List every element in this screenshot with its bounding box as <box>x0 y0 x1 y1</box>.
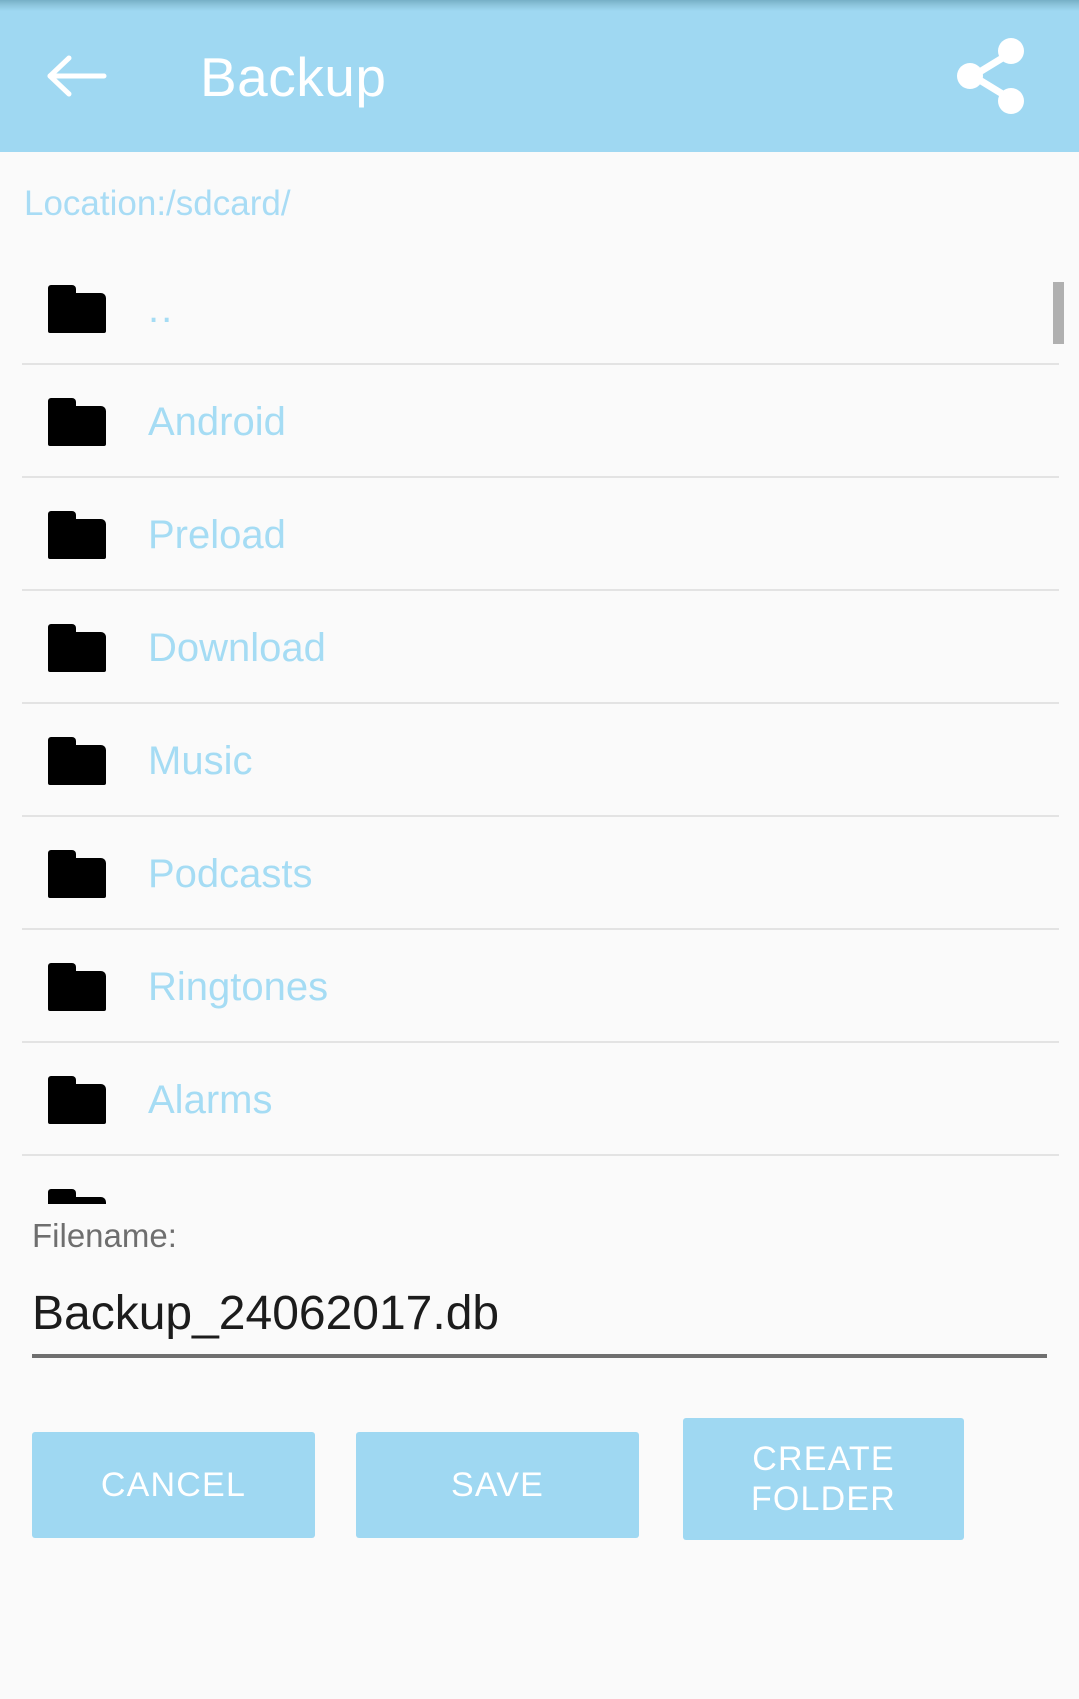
folder-icon <box>48 1075 106 1124</box>
list-item-label: Download <box>148 625 326 670</box>
list-item[interactable]: Preload <box>0 478 1079 591</box>
list-item-label: .. <box>148 286 175 331</box>
page-title: Backup <box>200 46 387 108</box>
folder-icon <box>48 1188 106 1204</box>
filename-label: Filename: <box>32 1217 177 1254</box>
list-item-label: Alarms <box>148 1077 273 1122</box>
save-button[interactable]: SAVE <box>356 1432 639 1538</box>
list-item-label: Podcasts <box>148 851 313 896</box>
list-item[interactable] <box>0 1156 1079 1204</box>
list-item[interactable]: Alarms <box>0 1043 1079 1156</box>
app-bar: Backup <box>0 0 1079 152</box>
filename-field-wrapper <box>32 1278 1047 1358</box>
share-button[interactable] <box>947 36 1033 121</box>
arrow-left-icon <box>46 52 108 100</box>
list-scrollbar-thumb[interactable] <box>1053 282 1064 344</box>
list-item-label: Preload <box>148 512 286 557</box>
create-folder-button[interactable]: CREATE FOLDER <box>683 1418 964 1540</box>
cancel-button[interactable]: CANCEL <box>32 1432 315 1538</box>
folder-icon <box>48 397 106 446</box>
list-item[interactable]: Android <box>0 365 1079 478</box>
list-item-label: Music <box>148 738 253 783</box>
list-item[interactable]: Download <box>0 591 1079 704</box>
create-folder-line-2: FOLDER <box>750 1480 897 1518</box>
file-list[interactable]: .. Android Preload Download Music Podcasts Rin… <box>0 252 1079 1204</box>
list-item-label: Ringtones <box>148 964 329 1009</box>
list-item[interactable]: Podcasts <box>0 817 1079 930</box>
filename-underline <box>32 1354 1047 1358</box>
folder-icon <box>48 849 106 898</box>
folder-icon <box>48 284 106 333</box>
backup-file-picker-screen: Backup Location:/sdcard/ .. Android Preloa… <box>0 0 1079 1699</box>
list-item[interactable]: Ringtones <box>0 930 1079 1043</box>
folder-icon <box>48 623 106 672</box>
folder-icon <box>48 736 106 785</box>
filename-input[interactable] <box>32 1278 1047 1350</box>
folder-icon <box>48 510 106 559</box>
create-folder-line-1: CREATE <box>752 1440 895 1478</box>
list-item[interactable]: .. <box>0 252 1079 365</box>
folder-icon <box>48 962 106 1011</box>
list-item[interactable]: Music <box>0 704 1079 817</box>
share-icon <box>951 36 1029 121</box>
action-button-row: CANCEL SAVE CREATE FOLDER <box>0 1418 1079 1540</box>
location-path: Location:/sdcard/ <box>24 184 291 223</box>
back-button[interactable] <box>44 46 110 106</box>
create-folder-label: CREATE FOLDER <box>751 1439 896 1519</box>
list-item-label: Android <box>148 399 286 444</box>
